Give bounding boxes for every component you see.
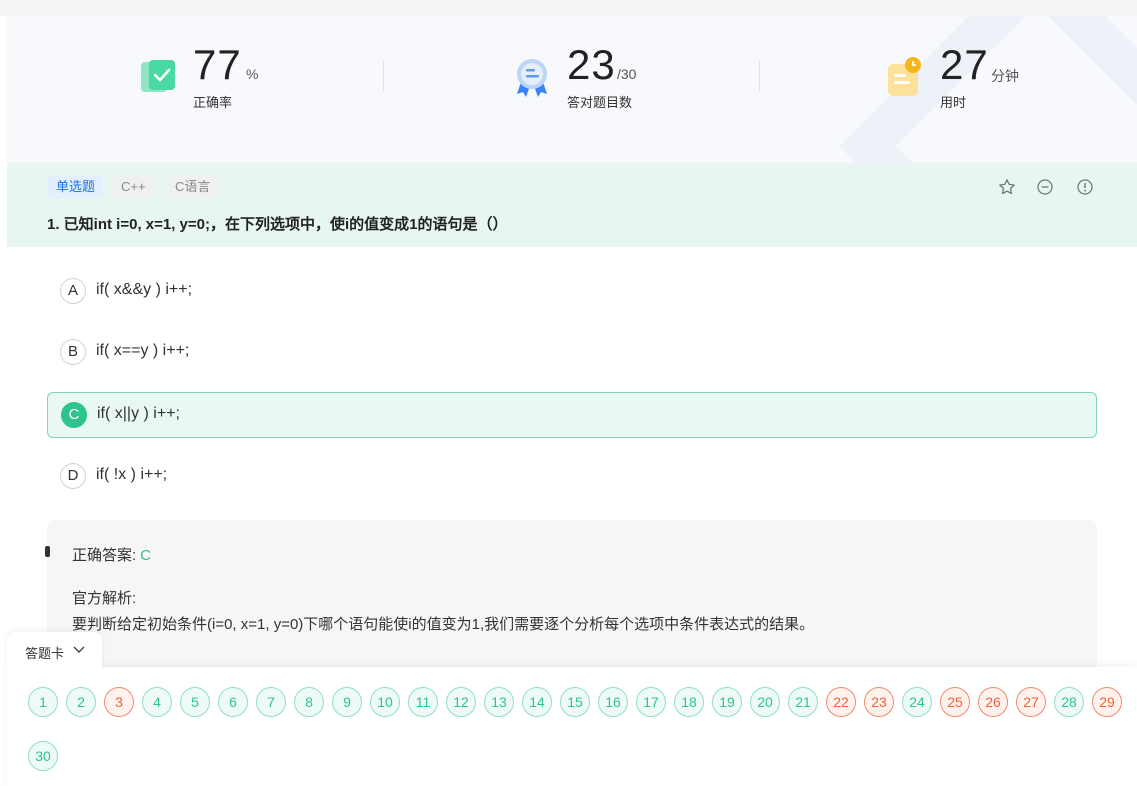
question-number-6[interactable]: 6 <box>218 687 248 717</box>
chevron-down-icon <box>73 646 85 653</box>
question-number-24[interactable]: 24 <box>902 687 932 717</box>
question-number-7[interactable]: 7 <box>256 687 286 717</box>
divider <box>759 60 760 92</box>
question-number-13[interactable]: 13 <box>484 687 514 717</box>
question-number-15[interactable]: 15 <box>560 687 590 717</box>
option-a[interactable]: A if( x&&y ) i++; <box>47 269 1097 315</box>
question-number-30[interactable]: 30 <box>28 741 58 771</box>
top-strip <box>0 0 1137 16</box>
option-text: if( x&&y ) i++; <box>96 281 193 298</box>
time-value: 27 <box>940 41 989 88</box>
report-icon[interactable] <box>1076 178 1094 196</box>
question-number-26[interactable]: 26 <box>978 687 1008 717</box>
option-d[interactable]: D if( !x ) i++; <box>47 454 1097 500</box>
question-number-25[interactable]: 25 <box>940 687 970 717</box>
accuracy-value: 77 <box>193 41 242 88</box>
accuracy-label: 正确率 <box>193 95 233 110</box>
question-number-8[interactable]: 8 <box>294 687 324 717</box>
question-number-10[interactable]: 10 <box>370 687 400 717</box>
question-number-5[interactable]: 5 <box>180 687 210 717</box>
option-b[interactable]: B if( x==y ) i++; <box>47 330 1097 376</box>
correct-total: /30 <box>617 66 637 82</box>
analysis-text: 要判断给定初始条件(i=0, x=1, y=0)下哪个语句能使i的值变为1,我们… <box>72 616 815 633</box>
option-key: B <box>60 339 86 365</box>
medal-icon <box>517 59 547 97</box>
question-number-4[interactable]: 4 <box>142 687 172 717</box>
tag-question-type: 单选题 <box>48 176 104 198</box>
question-number-22[interactable]: 22 <box>826 687 856 717</box>
accuracy-unit: % <box>246 66 259 82</box>
question-number-18[interactable]: 18 <box>674 687 704 717</box>
correct-answer: 正确答案: C <box>72 544 151 565</box>
answer-card-panel: 1 2 3 4 5 6 7 8 9 10 11 12 13 14 15 16 17 18 19 20 21 22 23 24 2… <box>7 667 1137 786</box>
question-number-29[interactable]: 29 <box>1092 687 1122 717</box>
star-icon[interactable] <box>998 178 1016 196</box>
option-text: if( !x ) i++; <box>96 466 168 483</box>
clock-document-icon <box>888 57 921 96</box>
option-key: C <box>61 402 87 428</box>
correct-answer-value: C <box>140 547 152 564</box>
option-c-selected[interactable]: C if( x||y ) i++; <box>47 392 1097 438</box>
question-number-11[interactable]: 11 <box>408 687 438 717</box>
question-number-23[interactable]: 23 <box>864 687 894 717</box>
option-text: if( x==y ) i++; <box>96 342 190 359</box>
section-marker <box>45 546 50 557</box>
question-number-9[interactable]: 9 <box>332 687 362 717</box>
tag-category: C++ <box>113 176 154 198</box>
question-number-17[interactable]: 17 <box>636 687 666 717</box>
question-number-20[interactable]: 20 <box>750 687 780 717</box>
option-key: A <box>60 278 86 304</box>
time-label: 用时 <box>940 95 967 110</box>
question-number-28[interactable]: 28 <box>1054 687 1084 717</box>
question-number-1[interactable]: 1 <box>28 687 58 717</box>
analysis-label: 官方解析: <box>72 590 137 607</box>
question-number-3[interactable]: 3 <box>104 687 134 717</box>
correct-label: 答对题目数 <box>567 95 633 110</box>
question-title: 1. 已知int i=0, x=1, y=0;，在下列选项中，使i的值变成1的语… <box>47 216 508 233</box>
result-stats-panel: 77 % 正确率 23 /30 答对题目数 27 分钟 用时 <box>7 16 1137 163</box>
answer-card-label: 答题卡 <box>25 646 65 661</box>
minus-circle-icon[interactable] <box>1036 178 1054 196</box>
explanation-panel: 正确答案: C 官方解析: 要判断给定初始条件(i=0, x=1, y=0)下哪个… <box>45 520 1097 680</box>
question-number-14[interactable]: 14 <box>522 687 552 717</box>
question-number-2[interactable]: 2 <box>66 687 96 717</box>
question-number-21[interactable]: 21 <box>788 687 818 717</box>
question-header: 单选题 C++ C语言 1. 已知int i=0, x=1, y=0;，在下列选… <box>7 163 1137 247</box>
answer-card-toggle[interactable]: 答题卡 <box>7 632 102 670</box>
question-number-27[interactable]: 27 <box>1016 687 1046 717</box>
tag-category: C语言 <box>167 176 219 198</box>
correct-answer-label: 正确答案: <box>72 547 137 564</box>
divider <box>383 60 384 92</box>
question-number-19[interactable]: 19 <box>712 687 742 717</box>
time-unit: 分钟 <box>991 68 1019 84</box>
option-key: D <box>60 463 86 489</box>
correct-value: 23 <box>567 41 616 88</box>
check-shield-icon <box>141 60 175 92</box>
question-number-16[interactable]: 16 <box>598 687 628 717</box>
option-text: if( x||y ) i++; <box>97 405 180 422</box>
question-number-12[interactable]: 12 <box>446 687 476 717</box>
